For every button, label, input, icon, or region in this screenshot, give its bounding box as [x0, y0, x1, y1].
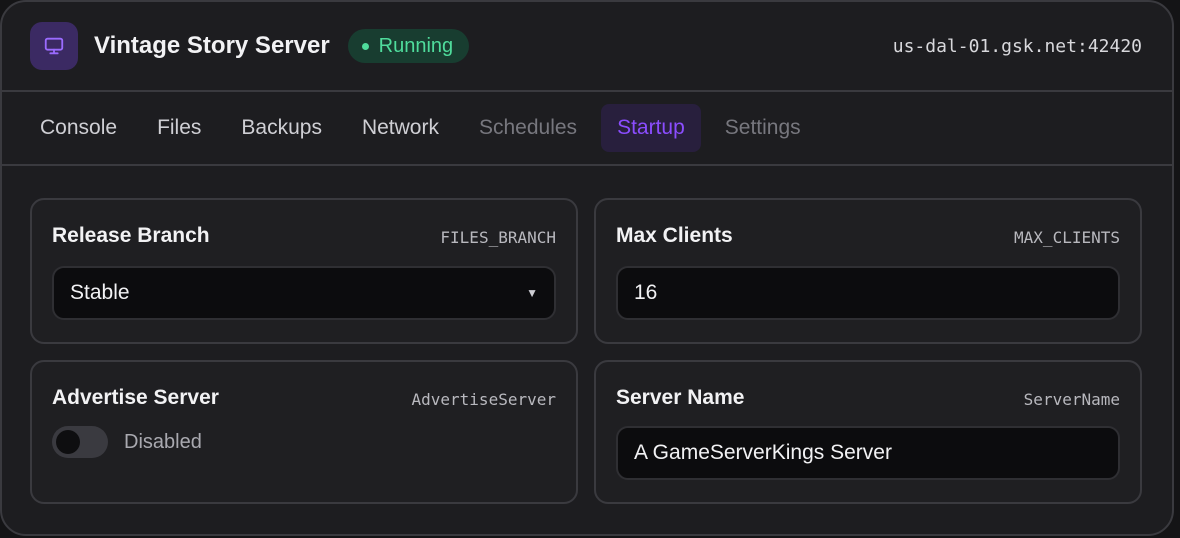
server-title: Vintage Story Server: [94, 32, 330, 59]
advertise-server-toggle-label: Disabled: [124, 430, 202, 453]
max-clients-variable: MAX_CLIENTS: [1014, 228, 1120, 247]
server-name-card: Server Name ServerName A GameServerKings…: [594, 360, 1142, 504]
advertise-server-toggle[interactable]: [52, 426, 108, 458]
tab-startup[interactable]: Startup: [601, 104, 701, 152]
server-address: us-dal-01.gsk.net:42420: [892, 35, 1142, 57]
status-dot-icon: [361, 42, 369, 50]
release-branch-card: Release Branch FILES_BRANCH Stable ▼: [30, 198, 578, 344]
panel-header: Vintage Story Server Running us-dal-01.g…: [2, 2, 1172, 92]
advertise-server-variable: AdvertiseServer: [411, 390, 557, 409]
advertise-server-title: Advertise Server: [52, 386, 219, 409]
monitor-icon: [30, 22, 78, 70]
tab-backups[interactable]: Backups: [225, 104, 338, 152]
max-clients-card: Max Clients MAX_CLIENTS 16: [594, 198, 1142, 344]
tab-schedules[interactable]: Schedules: [463, 104, 593, 152]
server-name-input[interactable]: A GameServerKings Server: [616, 426, 1120, 480]
toggle-knob: [56, 430, 80, 454]
server-name-title: Server Name: [616, 386, 745, 409]
max-clients-title: Max Clients: [616, 224, 733, 247]
tab-network[interactable]: Network: [346, 104, 455, 152]
max-clients-input[interactable]: 16: [616, 266, 1120, 320]
chevron-down-icon: ▼: [526, 286, 538, 300]
release-branch-value: Stable: [70, 281, 130, 304]
release-branch-title: Release Branch: [52, 224, 210, 247]
release-branch-variable: FILES_BRANCH: [440, 228, 556, 247]
status-text: Running: [378, 34, 454, 57]
advertise-server-toggle-row: Disabled: [52, 426, 202, 458]
server-panel: Vintage Story Server Running us-dal-01.g…: [0, 0, 1174, 536]
release-branch-select[interactable]: Stable ▼: [52, 266, 556, 320]
tab-files[interactable]: Files: [141, 104, 217, 152]
server-name-variable: ServerName: [1023, 390, 1120, 409]
status-badge: Running: [347, 29, 470, 63]
tab-console[interactable]: Console: [24, 104, 133, 152]
advertise-server-card: Advertise Server AdvertiseServer Disable…: [30, 360, 578, 504]
tab-settings[interactable]: Settings: [709, 104, 817, 152]
tab-bar: Console Files Backups Network Schedules …: [2, 92, 1172, 166]
